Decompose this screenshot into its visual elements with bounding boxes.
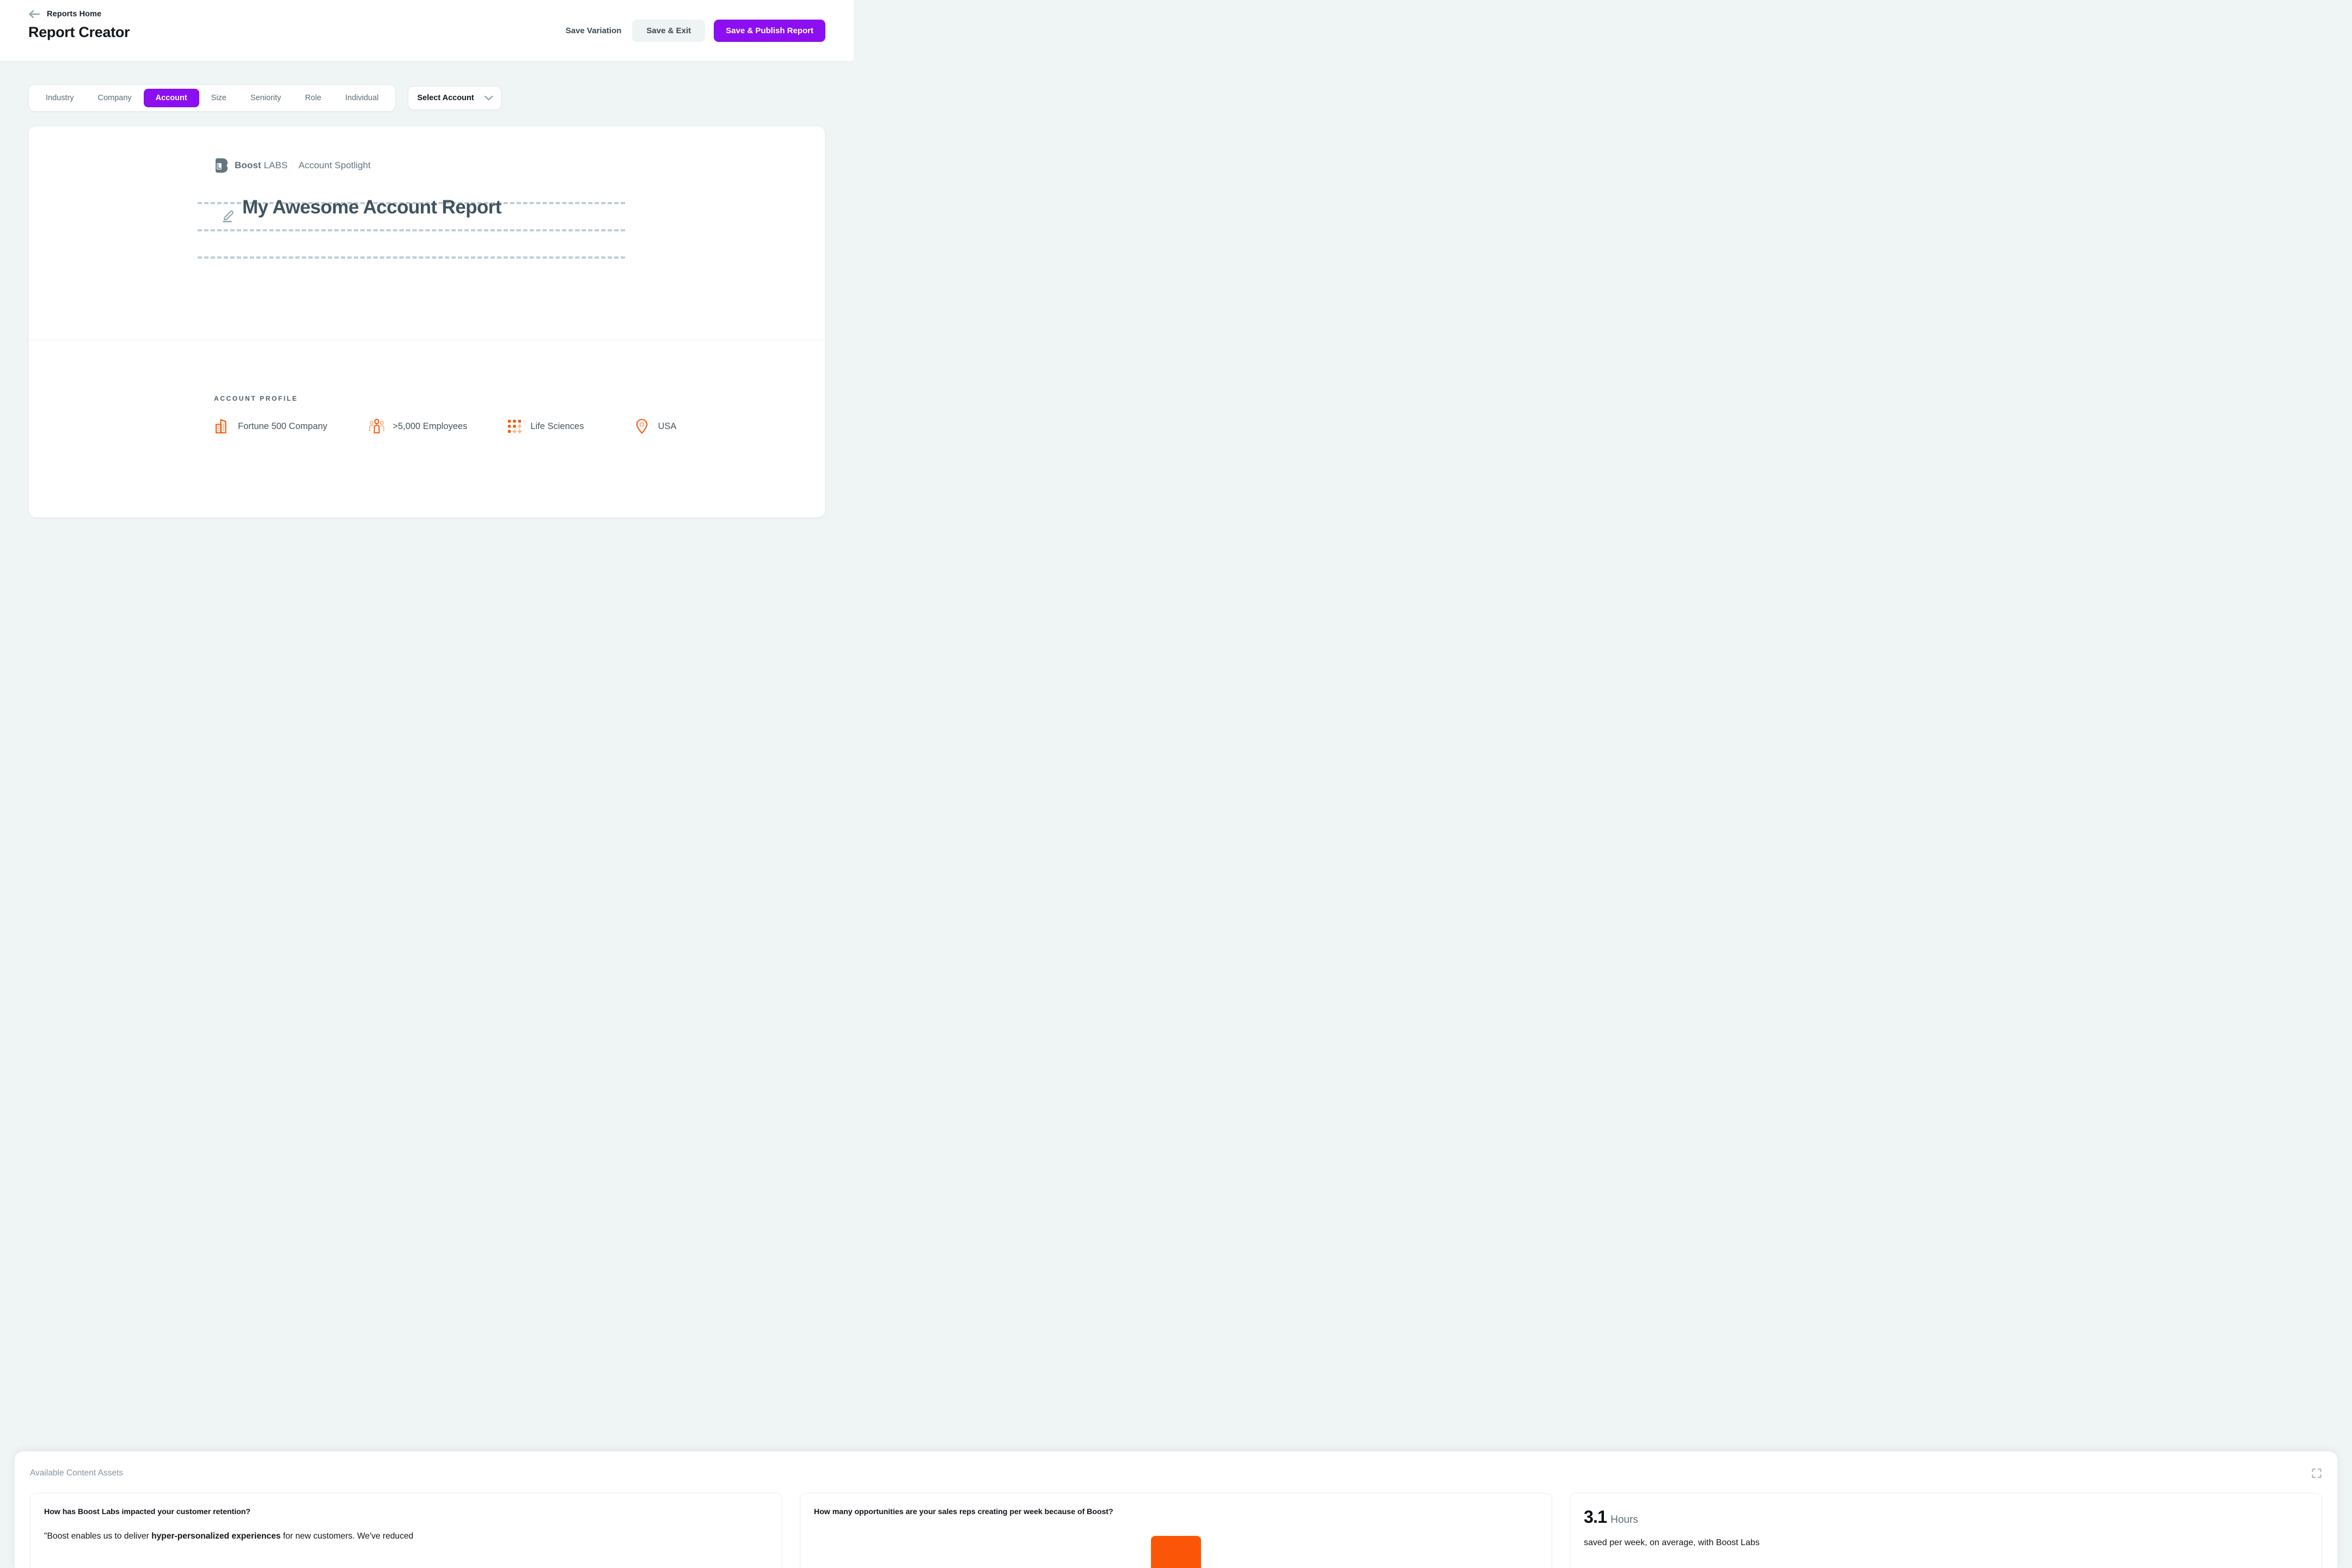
- boost-labs-logo-icon: [216, 158, 228, 173]
- brand-subtitle: Account Spotlight: [298, 160, 371, 170]
- tab-individual[interactable]: Individual: [333, 89, 390, 107]
- asset-stat-value: 3.1: [1584, 1507, 1607, 1527]
- brand-name: Boost LABS: [235, 160, 287, 171]
- report-canvas: Boost LABS Account Spotlight My Awesome …: [28, 126, 825, 518]
- save-and-publish-report-button[interactable]: Save & Publish Report: [714, 20, 825, 42]
- quote-part-2-bold: hyper-personalized experiences: [151, 1531, 281, 1541]
- asset-card-chart[interactable]: How many opportunities are your sales re…: [800, 1493, 1552, 1568]
- profile-label-location: USA: [658, 421, 677, 431]
- brand-name-light: LABS: [264, 160, 288, 170]
- profile-item-location: USA: [634, 418, 676, 434]
- brand-row: Boost LABS Account Spotlight: [29, 158, 825, 173]
- profile-label-fortune-500: Fortune 500 Company: [238, 421, 328, 431]
- filter-row: Industry Company Account Size Seniority …: [0, 62, 854, 112]
- location-pin-icon: [636, 419, 648, 434]
- asset-chart-area: [814, 1535, 1538, 1568]
- account-profile-row: Fortune 500 Company >5,000 Employees Lif…: [214, 418, 825, 434]
- asset-stat-description: saved per week, on average, with Boost L…: [1584, 1538, 1760, 1547]
- arrow-left-icon: [29, 10, 40, 19]
- save-variation-button[interactable]: Save Variation: [564, 21, 624, 41]
- account-select-value: Select Account: [417, 94, 474, 102]
- expand-fullscreen-icon[interactable]: [2311, 1468, 2322, 1479]
- asset-card-stat[interactable]: 3.1 Hours saved per week, on average, wi…: [1570, 1493, 2322, 1568]
- tab-company[interactable]: Company: [86, 89, 144, 107]
- tab-seniority[interactable]: Seniority: [238, 89, 293, 107]
- back-link[interactable]: Reports Home: [28, 10, 825, 19]
- account-profile-label: ACCOUNT PROFILE: [214, 395, 298, 402]
- top-bar-actions: Save Variation Save & Exit Save & Publis…: [564, 20, 825, 42]
- placeholder-line-2: [198, 229, 625, 231]
- filter-tabs: Industry Company Account Size Seniority …: [28, 84, 396, 112]
- tab-role[interactable]: Role: [293, 89, 333, 107]
- profile-item-industry: Life Sciences: [506, 418, 584, 434]
- quote-part-3: for new customers. We've reduced: [280, 1531, 414, 1541]
- tab-account[interactable]: Account: [143, 89, 199, 107]
- report-title[interactable]: My Awesome Account Report: [242, 197, 501, 218]
- report-header-section: Boost LABS Account Spotlight My Awesome …: [29, 126, 825, 340]
- asset-quote-body: "Boost enables us to deliver hyper-perso…: [44, 1529, 768, 1543]
- asset-card-quote[interactable]: How has Boost Labs impacted your custome…: [30, 1493, 782, 1568]
- profile-label-employees: >5,000 Employees: [393, 421, 468, 431]
- profile-item-fortune-500: Fortune 500 Company: [214, 418, 327, 434]
- grid-dots-icon: [508, 420, 522, 434]
- back-link-label: Reports Home: [47, 10, 102, 19]
- asset-question-chart: How many opportunities are your sales re…: [814, 1508, 1113, 1516]
- drawer-title: Available Content Assets: [30, 1468, 124, 1478]
- tab-size[interactable]: Size: [199, 89, 238, 107]
- quote-part-1: "Boost enables us to deliver: [44, 1531, 152, 1541]
- people-group-icon: [369, 419, 384, 434]
- chevron-down-icon: [485, 95, 493, 101]
- tab-industry[interactable]: Industry: [34, 89, 86, 107]
- building-icon: [215, 419, 226, 434]
- profile-label-industry: Life Sciences: [530, 421, 584, 431]
- account-profile-section: ACCOUNT PROFILE Fortune 500 Company >5,0…: [29, 340, 825, 434]
- save-and-exit-button[interactable]: Save & Exit: [632, 20, 706, 42]
- asset-question-quote: How has Boost Labs impacted your custome…: [44, 1508, 250, 1516]
- placeholder-line-3: [198, 256, 625, 259]
- chart-bar: [1151, 1535, 1201, 1568]
- profile-item-employees: >5,000 Employees: [369, 418, 467, 434]
- brand-name-bold: Boost: [235, 160, 261, 170]
- top-bar: Reports Home Report Creator Save Variati…: [0, 0, 854, 62]
- drawer-header: Available Content Assets: [30, 1468, 2322, 1479]
- asset-card-grid: How has Boost Labs impacted your custome…: [30, 1493, 2322, 1568]
- asset-stat-unit: Hours: [1610, 1514, 1638, 1526]
- asset-stat-row: 3.1 Hours: [1584, 1507, 2308, 1527]
- available-content-assets-drawer: Available Content Assets How has Boost L…: [14, 1451, 2338, 1568]
- pencil-edit-icon[interactable]: [222, 209, 235, 223]
- account-select-dropdown[interactable]: Select Account: [408, 86, 502, 110]
- report-title-block: My Awesome Account Report: [198, 197, 633, 259]
